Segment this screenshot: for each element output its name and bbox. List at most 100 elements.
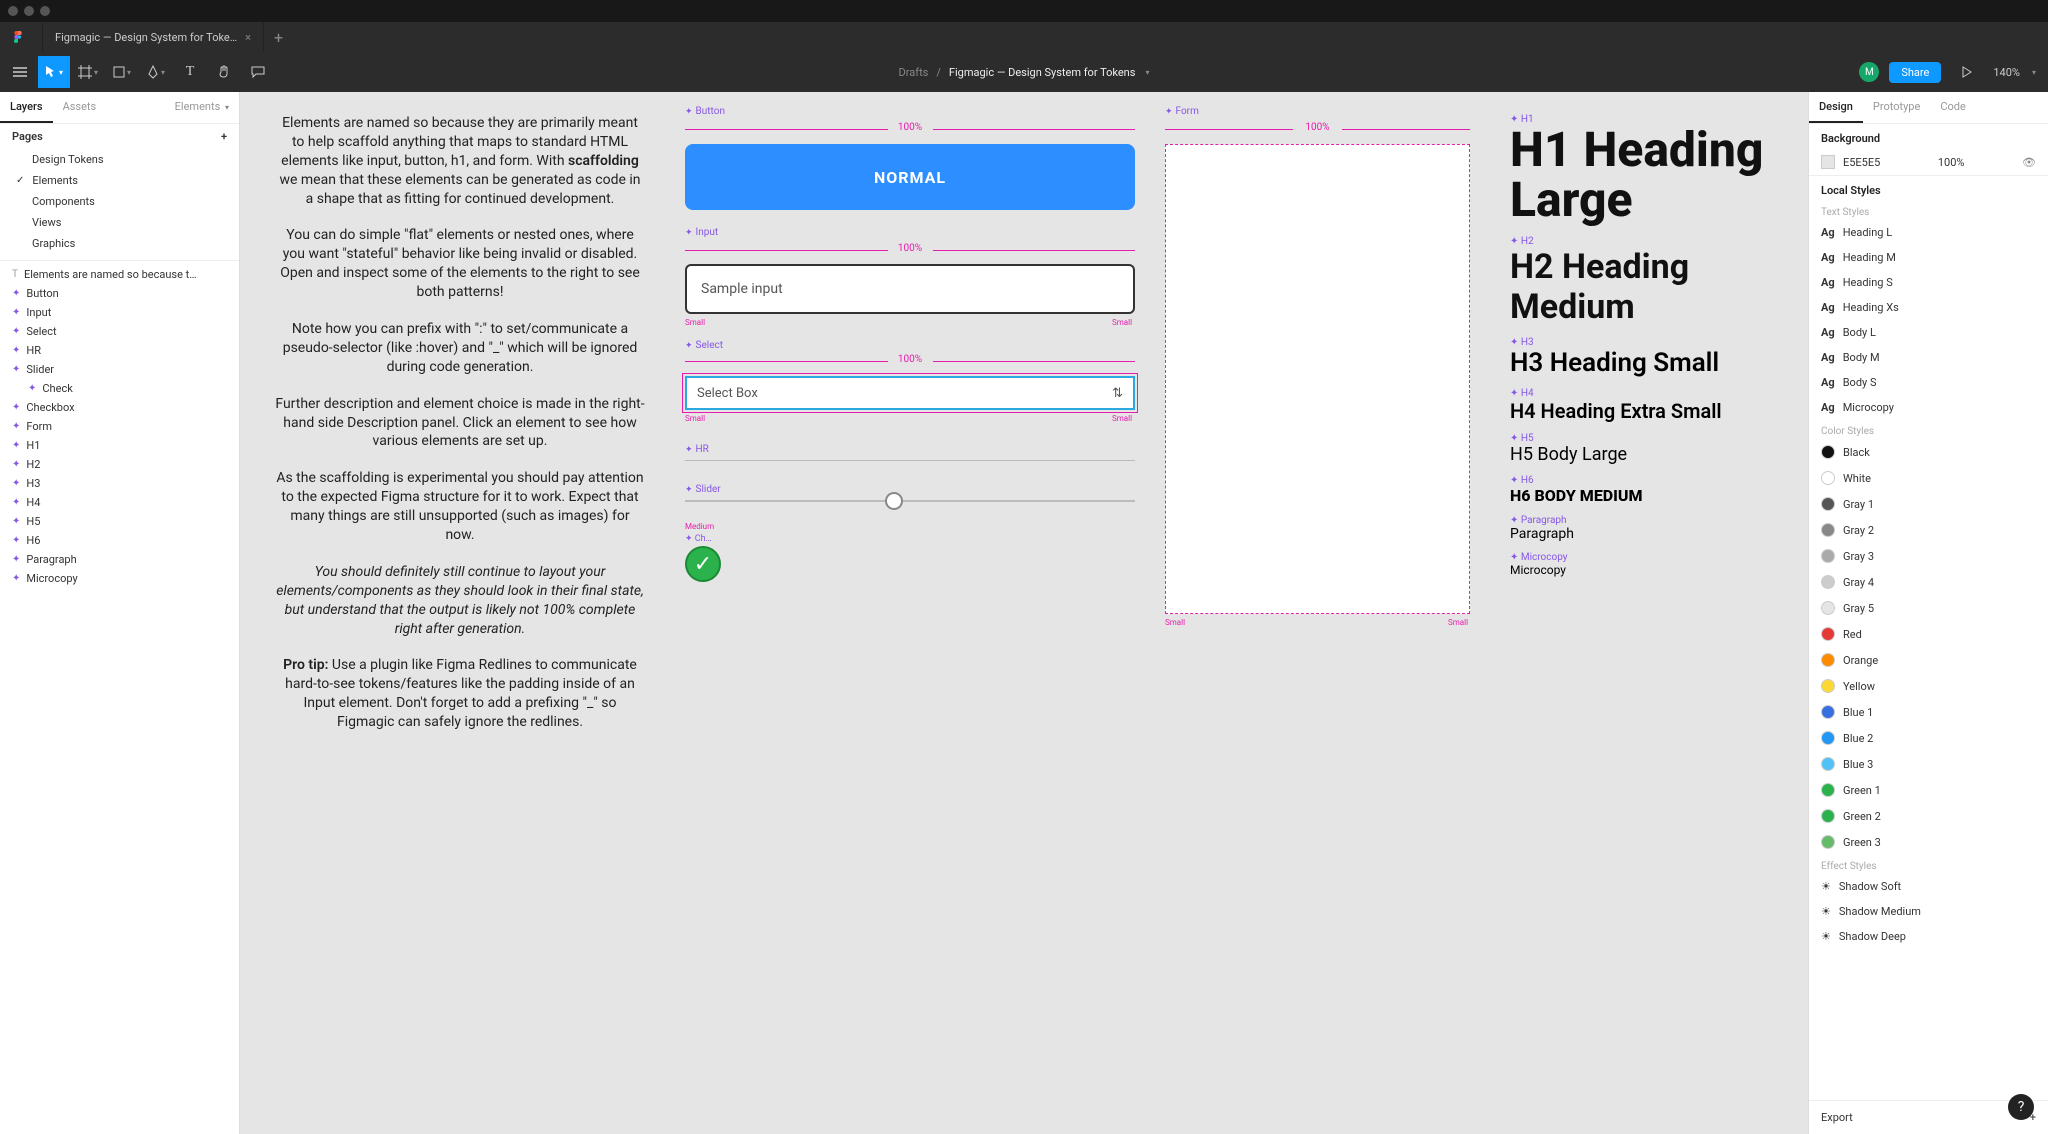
page-row[interactable]: Elements — [6, 170, 233, 191]
text-style-row[interactable]: AgBody L — [1809, 320, 2048, 345]
layer-row[interactable]: ✦H6 — [0, 531, 239, 550]
comment-tool[interactable] — [242, 56, 274, 88]
layer-row[interactable]: ✦H3 — [0, 474, 239, 493]
h5-sample[interactable]: H5 Body Large — [1510, 444, 1808, 465]
pen-tool[interactable]: ▾ — [140, 56, 172, 88]
hand-tool[interactable] — [208, 56, 240, 88]
layer-row[interactable]: ✦Check — [0, 379, 239, 398]
color-style-row[interactable]: Blue 2 — [1809, 725, 2048, 751]
bg-hex[interactable]: E5E5E5 — [1843, 156, 1880, 169]
text-tool[interactable]: T — [174, 56, 206, 88]
layer-row[interactable]: ✦H1 — [0, 436, 239, 455]
select-element[interactable]: Select Box⇅ — [685, 376, 1135, 410]
share-button[interactable]: Share — [1889, 62, 1941, 83]
text-style-row[interactable]: AgHeading Xs — [1809, 295, 2048, 320]
layer-row[interactable]: ✦H5 — [0, 512, 239, 531]
color-style-row[interactable]: Gray 4 — [1809, 569, 2048, 595]
breadcrumb-title[interactable]: Figmagic — Design System for Tokens — [949, 66, 1136, 79]
color-style-row[interactable]: Green 2 — [1809, 803, 2048, 829]
color-style-row[interactable]: Red — [1809, 621, 2048, 647]
add-page-button[interactable]: + — [221, 130, 227, 143]
file-tab[interactable]: Figmagic — Design System for Toke… × — [43, 22, 264, 52]
traffic-min[interactable] — [24, 6, 34, 16]
tab-code[interactable]: Code — [1930, 92, 1975, 123]
input-element[interactable]: Sample input — [685, 264, 1135, 314]
frame-label-input[interactable]: Input — [685, 227, 718, 238]
tab-page-select[interactable]: Elements ▾ — [165, 92, 239, 123]
bg-opacity[interactable]: 100% — [1938, 156, 1965, 169]
new-tab-button[interactable]: + — [264, 22, 293, 52]
layer-row[interactable]: ✦H2 — [0, 455, 239, 474]
layer-row[interactable]: ✦Slider — [0, 360, 239, 379]
text-style-row[interactable]: AgHeading L — [1809, 220, 2048, 245]
form-element[interactable] — [1165, 144, 1470, 614]
effect-style-row[interactable]: ☀Shadow Soft — [1809, 874, 2048, 899]
effect-style-row[interactable]: ☀Shadow Medium — [1809, 899, 2048, 924]
checkbox-element[interactable]: ✓ — [685, 546, 721, 582]
color-style-row[interactable]: Yellow — [1809, 673, 2048, 699]
text-style-row[interactable]: AgHeading M — [1809, 245, 2048, 270]
color-style-row[interactable]: Gray 5 — [1809, 595, 2048, 621]
h1-sample[interactable]: H1 Heading Large — [1510, 125, 1808, 226]
layer-row[interactable]: ✦Microcopy — [0, 569, 239, 588]
color-style-row[interactable]: Gray 3 — [1809, 543, 2048, 569]
color-style-row[interactable]: Green 1 — [1809, 777, 2048, 803]
color-style-row[interactable]: Blue 3 — [1809, 751, 2048, 777]
tab-prototype[interactable]: Prototype — [1863, 92, 1930, 123]
text-style-row[interactable]: AgHeading S — [1809, 270, 2048, 295]
help-button[interactable]: ? — [2008, 1094, 2034, 1120]
frame-label-form[interactable]: Form — [1165, 106, 1199, 117]
layer-row[interactable]: ✦Checkbox — [0, 398, 239, 417]
tab-design[interactable]: Design — [1809, 92, 1863, 123]
effect-style-row[interactable]: ☀Shadow Deep — [1809, 924, 2048, 949]
layer-row[interactable]: ✦Form — [0, 417, 239, 436]
frame-label-button[interactable]: Button — [685, 106, 725, 117]
color-style-row[interactable]: Blue 1 — [1809, 699, 2048, 725]
shape-tool[interactable]: ▾ — [106, 56, 138, 88]
present-button[interactable] — [1951, 56, 1983, 88]
page-row[interactable]: Components — [6, 191, 233, 212]
bg-swatch[interactable] — [1821, 155, 1835, 169]
frame-label-hr[interactable]: HR — [685, 444, 709, 455]
microcopy-sample[interactable]: Microcopy — [1510, 563, 1808, 577]
slider-thumb[interactable] — [885, 492, 903, 510]
avatar[interactable]: M — [1859, 62, 1879, 82]
page-row[interactable]: Graphics — [6, 233, 233, 254]
traffic-close[interactable] — [8, 6, 18, 16]
layer-row[interactable]: ✦Paragraph — [0, 550, 239, 569]
page-row[interactable]: Design Tokens — [6, 149, 233, 170]
breadcrumb-root[interactable]: Drafts — [899, 66, 929, 79]
move-tool[interactable]: ▾ — [38, 56, 70, 88]
h4-sample[interactable]: H4 Heading Extra Small — [1510, 399, 1808, 423]
layer-row[interactable]: TElements are named so because t… — [0, 265, 239, 284]
frame-tool[interactable]: ▾ — [72, 56, 104, 88]
page-row[interactable]: Views — [6, 212, 233, 233]
h3-sample[interactable]: H3 Heading Small — [1510, 348, 1808, 378]
color-style-row[interactable]: Green 3 — [1809, 829, 2048, 855]
frame-label-check[interactable]: ✦ Ch… — [685, 534, 712, 544]
tab-layers[interactable]: Layers — [0, 92, 53, 123]
app-home-tab[interactable] — [0, 22, 43, 52]
canvas[interactable]: Elements are named so because they are p… — [240, 92, 1808, 1134]
layer-row[interactable]: ✦HR — [0, 341, 239, 360]
color-style-row[interactable]: Gray 1 — [1809, 491, 2048, 517]
text-style-row[interactable]: AgMicrocopy — [1809, 395, 2048, 420]
traffic-max[interactable] — [40, 6, 50, 16]
paragraph-sample[interactable]: Paragraph — [1510, 526, 1808, 542]
close-icon[interactable]: × — [245, 31, 251, 44]
h6-sample[interactable]: H6 BODY MEDIUM — [1510, 486, 1808, 505]
layer-row[interactable]: ✦Button — [0, 284, 239, 303]
h2-sample[interactable]: H2 Heading Medium — [1510, 247, 1808, 327]
text-style-row[interactable]: AgBody S — [1809, 370, 2048, 395]
button-element[interactable]: NORMAL — [685, 144, 1135, 210]
visibility-toggle-icon[interactable]: 👁 — [2022, 156, 2036, 169]
frame-label-slider[interactable]: Slider — [685, 484, 721, 495]
color-style-row[interactable]: Gray 2 — [1809, 517, 2048, 543]
text-style-row[interactable]: AgBody M — [1809, 345, 2048, 370]
layer-row[interactable]: ✦H4 — [0, 493, 239, 512]
layer-row[interactable]: ✦Input — [0, 303, 239, 322]
color-style-row[interactable]: Orange — [1809, 647, 2048, 673]
frame-label-select[interactable]: Select — [685, 340, 723, 351]
zoom-level[interactable]: 140% — [1993, 66, 2020, 79]
chevron-down-icon[interactable]: ▾ — [1145, 68, 1149, 77]
